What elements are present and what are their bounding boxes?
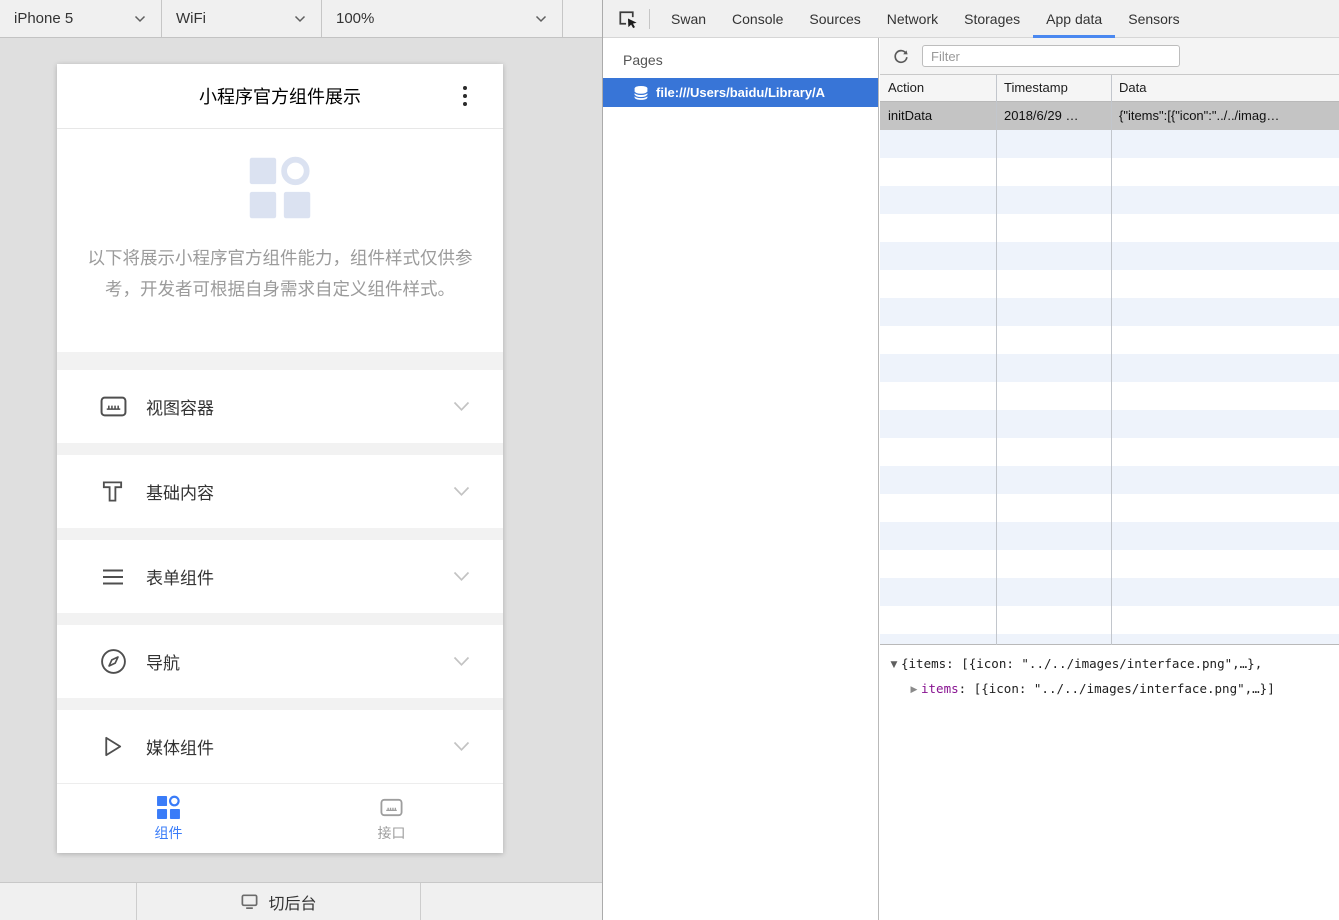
column-header-action: Action [880, 75, 996, 101]
tree-root-text: {items: [{icon: "../../images/interface.… [901, 656, 1262, 671]
simulator-area: 小程序官方组件展示 以下将展示小程序官方组件能力，组件样式仅供参考，开发者可根据… [0, 38, 602, 920]
switch-to-background-label: 切后台 [268, 890, 316, 914]
switch-to-background-button[interactable]: 切后台 [137, 883, 420, 920]
menu-item-basic-content[interactable]: 基础内容 [57, 455, 503, 528]
devtools-tab-network[interactable]: Network [874, 0, 951, 38]
refresh-icon [891, 46, 911, 66]
zoom-select-value: 100% [336, 10, 374, 27]
devtools-panel: Swan Console Sources Network Storages Ap… [602, 0, 1339, 920]
tree-value: : [{icon: "../../images/interface.png",…… [959, 681, 1275, 696]
section-divider [57, 613, 503, 625]
devtools-tab-app-data[interactable]: App data [1033, 0, 1115, 38]
tree-child-node[interactable]: ▶items: [{icon: "../../images/interface.… [907, 677, 1339, 702]
column-divider [1111, 75, 1112, 645]
simulator-bottom-bar: 切后台 [0, 882, 602, 920]
app-data-panel: Action Timestamp Data initData 2018/6/29… [880, 38, 1339, 920]
kebab-menu-icon[interactable] [463, 86, 467, 106]
device-select-value: iPhone 5 [14, 10, 73, 27]
app-data-toolbar [880, 38, 1339, 75]
devtools-tab-storages[interactable]: Storages [951, 0, 1033, 38]
database-icon [633, 85, 649, 101]
chevron-down-icon [535, 15, 547, 23]
cell-data: {"items":[{"icon":"../../imag… [1111, 102, 1339, 130]
filter-input[interactable] [922, 45, 1180, 67]
section-divider [57, 698, 503, 710]
refresh-button[interactable] [890, 45, 912, 67]
menu-item-label: 视图容器 [146, 394, 453, 419]
chevron-down-icon [453, 741, 470, 752]
divider [420, 883, 421, 920]
chevron-down-icon [453, 486, 470, 497]
text-icon [100, 478, 127, 505]
chevron-down-icon [453, 571, 470, 582]
cell-action: initData [880, 102, 996, 130]
menu-item-navigation[interactable]: 导航 [57, 625, 503, 698]
tree-key: items [921, 681, 959, 696]
inspect-icon [616, 7, 639, 30]
table-header: Action Timestamp Data [880, 75, 1339, 102]
chevron-down-icon [294, 15, 306, 23]
column-divider [996, 75, 997, 645]
network-select[interactable]: WiFi [162, 0, 322, 37]
devtools-tab-sensors[interactable]: Sensors [1115, 0, 1192, 38]
compass-icon [100, 648, 127, 675]
page-url: file:///Users/baidu/Library/A [656, 85, 825, 100]
section-divider [57, 352, 503, 370]
inspect-element-button[interactable] [615, 7, 639, 31]
app-header: 小程序官方组件展示 [57, 64, 503, 129]
chevron-down-icon [453, 656, 470, 667]
device-select[interactable]: iPhone 5 [0, 0, 162, 37]
api-icon [379, 795, 404, 820]
cell-timestamp: 2018/6/29 … [996, 102, 1111, 130]
pages-sidebar: Pages file:///Users/baidu/Library/A [603, 38, 879, 920]
devtools-tabbar: Swan Console Sources Network Storages Ap… [603, 0, 1339, 38]
view-container-icon [100, 393, 127, 420]
menu-item-label: 表单组件 [146, 564, 453, 589]
hero-description: 以下将展示小程序官方组件能力，组件样式仅供参考，开发者可根据自身需求自定义组件样… [87, 243, 473, 305]
devtools-tab-sources[interactable]: Sources [796, 0, 873, 38]
tab-api[interactable]: 接口 [280, 784, 503, 853]
menu-item-label: 媒体组件 [146, 734, 453, 759]
components-icon [156, 795, 181, 820]
app-title: 小程序官方组件展示 [199, 83, 361, 109]
chevron-down-icon [453, 401, 470, 412]
disclosure-expanded-icon[interactable]: ▼ [887, 654, 901, 677]
tab-label: 组件 [155, 823, 183, 843]
table-empty-rows [880, 130, 1339, 645]
menu-item-media-components[interactable]: 媒体组件 [57, 710, 503, 783]
column-header-data: Data [1111, 75, 1339, 101]
menu-item-form-components[interactable]: 表单组件 [57, 540, 503, 613]
chevron-down-icon [134, 15, 146, 23]
tree-root-node[interactable]: ▼{items: [{icon: "../../images/interface… [887, 652, 1339, 677]
devtools-tab-swan[interactable]: Swan [658, 0, 719, 38]
data-tree-view: ▼{items: [{icon: "../../images/interface… [880, 646, 1339, 920]
app-tabbar: 组件 接口 [57, 783, 503, 853]
disclosure-collapsed-icon[interactable]: ▶ [907, 679, 921, 702]
menu-item-view-container[interactable]: 视图容器 [57, 370, 503, 443]
menu-item-label: 基础内容 [146, 479, 453, 504]
play-icon [100, 733, 127, 760]
device-toolbar: iPhone 5 WiFi 100% [0, 0, 602, 38]
components-logo-icon [247, 155, 313, 221]
network-select-value: WiFi [176, 10, 206, 27]
devtools-tab-console[interactable]: Console [719, 0, 796, 38]
tab-components[interactable]: 组件 [57, 784, 280, 853]
phone-simulator: 小程序官方组件展示 以下将展示小程序官方组件能力，组件样式仅供参考，开发者可根据… [57, 64, 503, 853]
zoom-select[interactable]: 100% [322, 0, 563, 37]
page-list-item-selected[interactable]: file:///Users/baidu/Library/A [603, 78, 878, 107]
pages-sidebar-title: Pages [603, 38, 878, 78]
menu-item-label: 导航 [146, 649, 453, 674]
hero-section: 以下将展示小程序官方组件能力，组件样式仅供参考，开发者可根据自身需求自定义组件样… [57, 129, 503, 352]
column-header-timestamp: Timestamp [996, 75, 1111, 101]
monitor-icon [240, 892, 259, 911]
section-divider [57, 443, 503, 455]
form-icon [100, 563, 127, 590]
section-divider [57, 528, 503, 540]
table-row[interactable]: initData 2018/6/29 … {"items":[{"icon":"… [880, 102, 1339, 130]
tab-label: 接口 [378, 823, 406, 843]
divider [649, 9, 650, 29]
